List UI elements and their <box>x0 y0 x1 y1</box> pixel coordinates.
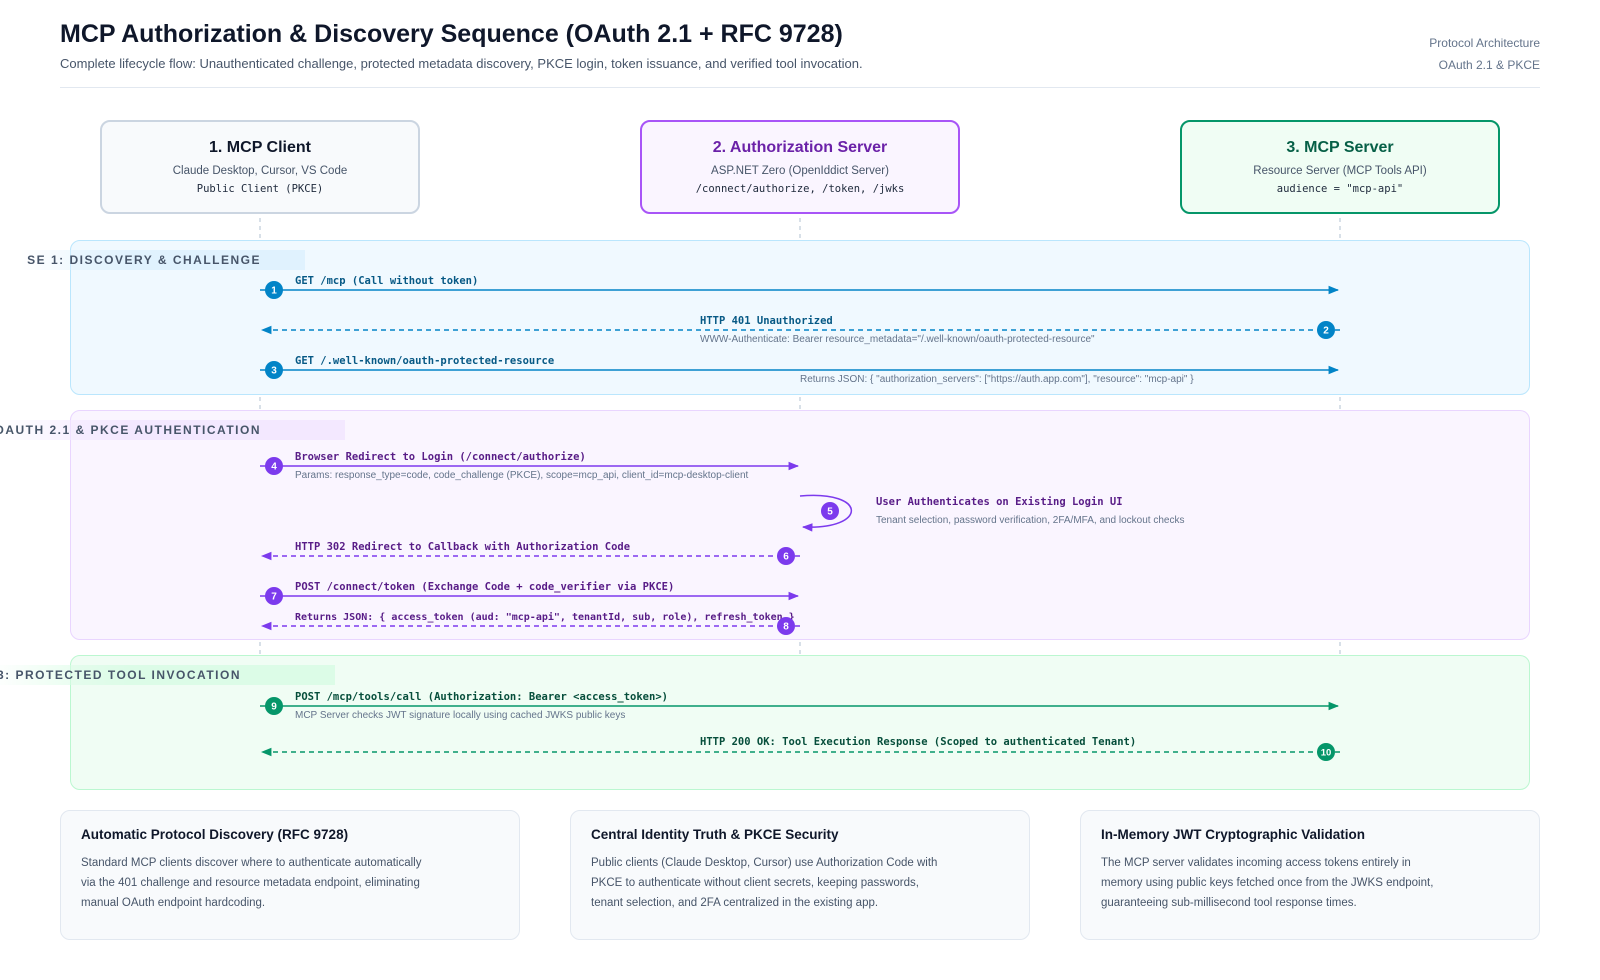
step-number: 3 <box>271 366 277 377</box>
step-label: HTTP 200 OK: Tool Execution Response (Sc… <box>700 736 1136 748</box>
card-title: Automatic Protocol Discovery (RFC 9728) <box>81 827 349 842</box>
step-7: 7 POST /connect/token (Exchange Code + c… <box>260 581 800 605</box>
step-number: 5 <box>827 507 833 518</box>
step-number: 9 <box>271 702 277 713</box>
card-title: In-Memory JWT Cryptographic Validation <box>1101 827 1366 842</box>
card-body: Standard MCP clients discover where to a… <box>81 857 422 909</box>
step-number: 1 <box>271 286 277 297</box>
step-label: HTTP 302 Redirect to Callback with Autho… <box>295 541 630 553</box>
step-6: 6 HTTP 302 Redirect to Callback with Aut… <box>260 541 800 565</box>
step-note: WWW-Authenticate: Bearer resource_metada… <box>700 334 1095 345</box>
step-label: Browser Redirect to Login (/connect/auth… <box>295 451 586 463</box>
step-number: 4 <box>271 462 277 473</box>
info-card-jwt: In-Memory JWT Cryptographic Validation T… <box>1080 810 1540 940</box>
step-9: 9 POST /mcp/tools/call (Authorization: B… <box>260 691 1340 721</box>
card-title: Central Identity Truth & PKCE Security <box>591 827 839 842</box>
step-note: Params: response_type=code, code_challen… <box>295 470 749 481</box>
step-label: POST /mcp/tools/call (Authorization: Bea… <box>295 691 668 703</box>
step-10: 10 HTTP 200 OK: Tool Execution Response … <box>260 736 1340 761</box>
step-note: Tenant selection, password verification,… <box>876 515 1185 526</box>
step-note: Returns JSON: { "authorization_servers":… <box>800 374 1194 385</box>
step-label: GET /mcp (Call without token) <box>295 275 478 287</box>
step-label: GET /.well-known/oauth-protected-resourc… <box>295 355 554 367</box>
step-4: 4 Browser Redirect to Login (/connect/au… <box>260 451 800 481</box>
step-label: Returns JSON: { access_token (aud: "mcp-… <box>295 611 795 623</box>
step-number: 8 <box>783 622 789 633</box>
step-5: 5 User Authenticates on Existing Login U… <box>799 494 1185 532</box>
step-number: 10 <box>1321 748 1332 759</box>
step-number: 6 <box>783 552 789 563</box>
step-number: 7 <box>271 592 277 603</box>
card-body: Public clients (Claude Desktop, Cursor) … <box>591 857 938 909</box>
step-8: Returns JSON: { access_token (aud: "mcp-… <box>260 611 800 635</box>
info-card-identity: Central Identity Truth & PKCE Security P… <box>570 810 1030 940</box>
step-label: POST /connect/token (Exchange Code + cod… <box>295 581 674 593</box>
step-1: 1 GET /mcp (Call without token) <box>260 275 1340 299</box>
info-card-discovery: Automatic Protocol Discovery (RFC 9728) … <box>60 810 520 940</box>
step-number: 2 <box>1323 326 1329 337</box>
step-label: HTTP 401 Unauthorized <box>700 315 833 327</box>
card-body: The MCP server validates incoming access… <box>1101 857 1434 909</box>
step-3: 3 GET /.well-known/oauth-protected-resou… <box>260 355 1340 385</box>
step-2: 2 HTTP 401 Unauthorized WWW-Authenticate… <box>260 315 1340 345</box>
step-note: MCP Server checks JWT signature locally … <box>295 710 625 721</box>
step-label: User Authenticates on Existing Login UI <box>876 496 1123 508</box>
